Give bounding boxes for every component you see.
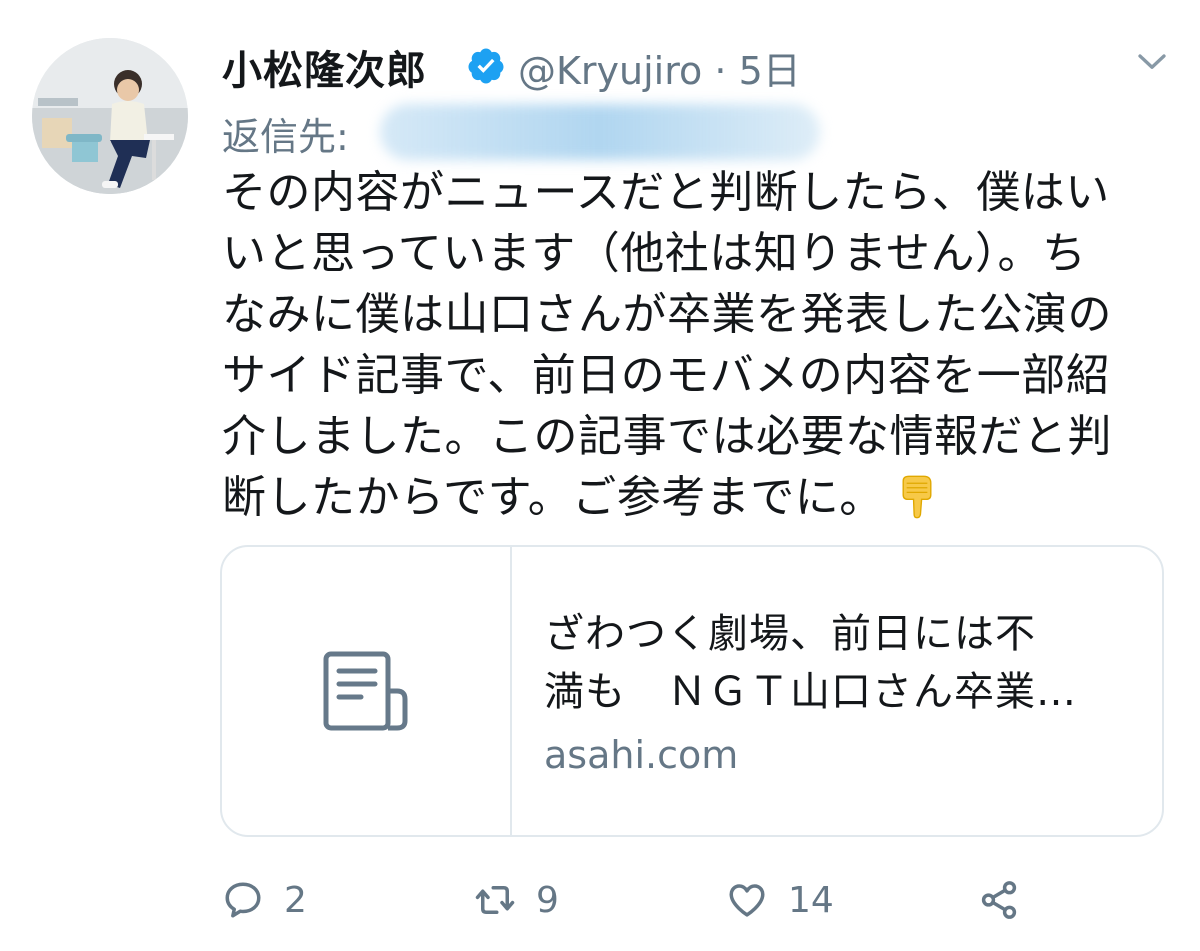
reply-to-label: 返信先: [222, 115, 349, 159]
author-handle[interactable]: @Kryujiro [518, 49, 702, 93]
tweet-last-line: 断したからです。ご参考までに。 [222, 467, 1167, 528]
tweet-text: その内容がニュースだと判断したら、僕はい いと思っています（他社は知りません）。… [222, 162, 1167, 528]
retweet-count: 9 [536, 879, 559, 921]
reply-to-redacted[interactable] [380, 104, 820, 160]
tweet-line: サイド記事で、前日のモバメの内容を一部紹 [222, 350, 1111, 401]
tweet-line: いと思っています（他社は知りません）。ち [222, 228, 1087, 279]
avatar[interactable] [32, 38, 188, 194]
verified-badge-icon [468, 48, 504, 84]
retweet-button[interactable]: 9 [474, 870, 559, 930]
card-title-line: ざわつく劇場、前日には不 [544, 611, 1036, 657]
retweet-icon [475, 886, 515, 914]
tweet-line: なみに僕は山口さんが卒業を発表した公演の [222, 289, 1112, 340]
author-display-name[interactable]: 小松隆次郎 [222, 38, 427, 96]
like-button[interactable]: 14 [726, 870, 834, 930]
reply-to: 返信先: [222, 104, 862, 160]
tweet-line: 介しました。この記事では必要な情報だと判 [222, 411, 1112, 462]
action-bar: 2 9 14 [222, 870, 1182, 930]
separator-dot: · [714, 49, 727, 93]
tweet-line: 断したからです。ご参考までに。 [222, 472, 884, 523]
pointing-down-emoji-icon [902, 475, 932, 519]
heart-icon [729, 884, 765, 917]
share-button[interactable] [978, 870, 1020, 930]
reply-button[interactable]: 2 [222, 870, 307, 930]
link-card[interactable]: ざわつく劇場、前日には不 満も ＮＧＴ山口さん卒業… asahi.com [220, 545, 1164, 837]
avatar-photo [32, 38, 188, 194]
chevron-down-icon[interactable] [1134, 44, 1170, 80]
author-handle-time[interactable]: @Kryujiro · 5日 [518, 40, 801, 95]
share-icon [981, 881, 1017, 919]
reply-bubble-icon [225, 882, 261, 918]
tweet-header: 小松隆次郎 @Kryujiro · 5日 [222, 36, 1172, 95]
tweet-time[interactable]: 5日 [739, 49, 801, 93]
tweet-line: その内容がニュースだと判断したら、僕はい [222, 167, 1110, 218]
card-thumbnail [222, 547, 512, 835]
card-title[interactable]: ざわつく劇場、前日には不 満も ＮＧＴ山口さん卒業… [544, 605, 1144, 721]
reply-count: 2 [284, 879, 307, 921]
like-count: 14 [788, 879, 834, 921]
card-domain: asahi.com [544, 733, 739, 777]
card-title-line: 満も ＮＧＴ山口さん卒業… [544, 669, 1077, 715]
article-document-icon [323, 651, 408, 731]
